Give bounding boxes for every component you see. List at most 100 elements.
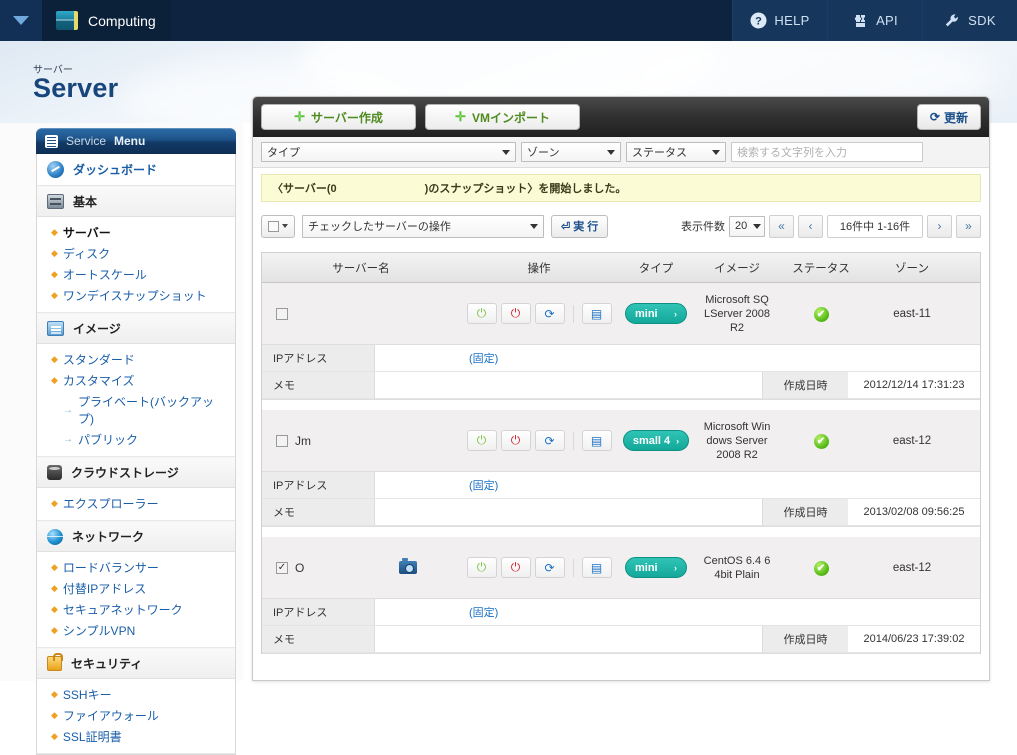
sidebar-item-label: オートスケール [62,268,147,282]
power-icon[interactable]: ⏻ [466,557,497,578]
sidebar-item-ssh-key[interactable]: ◆ SSHキー [37,684,235,705]
type-filter-select[interactable]: タイプ [261,142,516,162]
search-input[interactable]: 検索する文字列を入力 [731,142,923,162]
zone-filter-select[interactable]: ゾーン [521,142,621,162]
console-icon[interactable]: ▤ [581,303,612,324]
sidebar-subitem-private-backup[interactable]: → プライベート(バックアップ) [37,391,235,429]
sidebar-subitem-public[interactable]: → パブリック [37,429,235,450]
pagination-next-button[interactable]: › [927,214,952,238]
sidebar-item-firewall[interactable]: ◆ ファイアウォール [37,705,235,726]
menu-toggle-button[interactable] [0,0,42,41]
sidebar-item-autoscale[interactable]: ◆ オートスケール [37,264,235,285]
pagination-first-button[interactable]: « [769,214,794,238]
pagination-prev-button[interactable]: ‹ [798,214,823,238]
help-nav-button[interactable]: ? HELP [732,0,827,41]
create-server-button[interactable]: ✛ サーバー作成 [261,104,416,130]
pagination: 表示件数 20 « ‹ 16件中 1-16件 › » [681,214,981,238]
type-pill[interactable]: mini › [625,303,687,324]
puzzle-piece-icon [852,13,869,29]
sidebar-item-disk[interactable]: ◆ ディスク [37,243,235,264]
camera-icon[interactable] [399,558,418,574]
sidebar-item-load-balancer[interactable]: ◆ ロードバランサー [37,557,235,578]
console-icon[interactable]: ▤ [581,557,612,578]
sdk-nav-label: SDK [968,13,996,28]
server-table: サーバー名 操作 タイプ イメージ ステータス ゾーン ⏻ ⏻ ⟳ ▤ mini [261,252,981,654]
sidebar-group-label: 基本 [73,195,98,209]
row-checkbox[interactable] [276,307,288,320]
page-size-select[interactable]: 20 [729,215,765,237]
image-cell: Microsoft Win dows Server 2008 R2 [694,420,780,462]
sidebar-links-security: ◆ SSHキー ◆ ファイアウォール ◆ SSL証明書 [37,679,235,754]
type-pill[interactable]: mini › [625,557,687,578]
image-line: R2 [729,321,745,334]
console-icon[interactable]: ▤ [581,430,612,451]
sidebar-item-oneday-snapshot[interactable]: ◆ ワンデイスナップショット [37,285,235,306]
sidebar-item-customize[interactable]: ◆ カスタマイズ [37,370,235,391]
sdk-nav-button[interactable]: SDK [922,0,1017,41]
bullet-icon: ◆ [51,583,58,593]
row-checkbox[interactable] [276,434,288,447]
sidebar-group-network: ネットワーク [37,521,235,552]
sidebar-item-ssl-certificate[interactable]: ◆ SSL証明書 [37,726,235,747]
power-off-icon[interactable]: ⏻ [500,303,531,324]
column-header-status: ステータス [792,262,850,275]
detail-value-memo[interactable] [375,499,762,526]
server-name-label: O [295,560,305,575]
restart-icon[interactable]: ⟳ [534,557,565,578]
filter-bar: タイプ ゾーン ステータス 検索する文字列を入力 [253,137,989,168]
select-all-dropdown[interactable] [261,214,295,238]
sidebar-item-label: エクスプローラー [62,497,159,511]
pagination-last-button[interactable]: » [956,214,981,238]
detail-value-memo[interactable] [375,626,762,653]
vm-import-button[interactable]: ✛ VMインポート [425,104,580,130]
power-icon[interactable]: ⏻ [466,303,497,324]
sidebar-item-simple-vpn[interactable]: ◆ シンプルVPN [37,620,235,641]
operations-cell: ⏻ ⏻ ⟳ ▤ [460,557,618,578]
status-ok-icon: ✔ [813,560,829,576]
bulk-action-select[interactable]: チェックしたサーバーの操作 [302,214,544,238]
image-cell: Microsoft SQ LServer 2008 R2 [694,293,780,335]
row-checkbox[interactable] [276,561,288,574]
restart-icon[interactable]: ⟳ [534,303,565,324]
image-line: 2008 R2 [716,448,758,461]
server-stack-icon [47,194,64,209]
sidebar-item-dashboard[interactable]: ダッシュボード [37,154,235,186]
bullet-icon: ◆ [51,227,58,237]
plus-icon: ✛ [455,109,466,124]
refresh-button[interactable]: ⟳ 更新 [916,104,981,130]
table-row[interactable]: O ⏻ ⏻ ⟳ ▤ mini › CentOS 6.4 6 4bit Plain [262,537,980,599]
chevron-down-icon [282,224,288,228]
power-off-icon[interactable]: ⏻ [500,430,531,451]
sidebar-item-label: SSL証明書 [62,730,122,744]
chevron-right-icon: › [674,308,677,319]
type-pill[interactable]: small 4 › [622,430,690,451]
sidebar-item-floating-ip[interactable]: ◆ 付替IPアドレス [37,578,235,599]
sidebar-item-server[interactable]: ◆ サーバー [37,222,235,243]
detail-ip-row: IPアドレス (固定) [262,599,980,626]
execute-button[interactable]: ⏎ 実 行 [551,214,609,238]
bullet-icon: ◆ [51,562,58,572]
status-message-prefix: 〈サーバー(0 [272,183,337,195]
power-off-icon[interactable]: ⏻ [500,557,531,578]
detail-value-memo[interactable] [375,372,762,399]
arrow-right-icon: → [63,434,73,445]
operations-cell: ⏻ ⏻ ⟳ ▤ [460,303,618,324]
sidebar-item-secure-network[interactable]: ◆ セキュアネットワーク [37,599,235,620]
refresh-icon: ⟳ [929,110,940,124]
sidebar-links-cloud-storage: ◆ エクスプローラー [37,488,235,521]
status-ok-icon: ✔ [813,306,829,322]
sidebar-item-explorer[interactable]: ◆ エクスプローラー [37,493,235,514]
sidebar-item-standard[interactable]: ◆ スタンダード [37,349,235,370]
brand-area[interactable]: Computing [42,0,170,41]
type-pill-label: mini [635,307,658,320]
status-cell: ✔ [780,306,862,322]
bullet-icon: ◆ [51,269,58,279]
database-icon [47,465,62,480]
api-nav-button[interactable]: API [827,0,922,41]
restart-icon[interactable]: ⟳ [534,430,565,451]
power-icon[interactable]: ⏻ [466,430,497,451]
table-row[interactable]: Jm ⏻ ⏻ ⟳ ▤ small 4 › Microsoft Win dows … [262,410,980,472]
status-filter-select[interactable]: ステータス [626,142,726,162]
table-row[interactable]: ⏻ ⏻ ⟳ ▤ mini › Microsoft SQ LServer 2008… [262,283,980,345]
list-icon [45,134,58,148]
